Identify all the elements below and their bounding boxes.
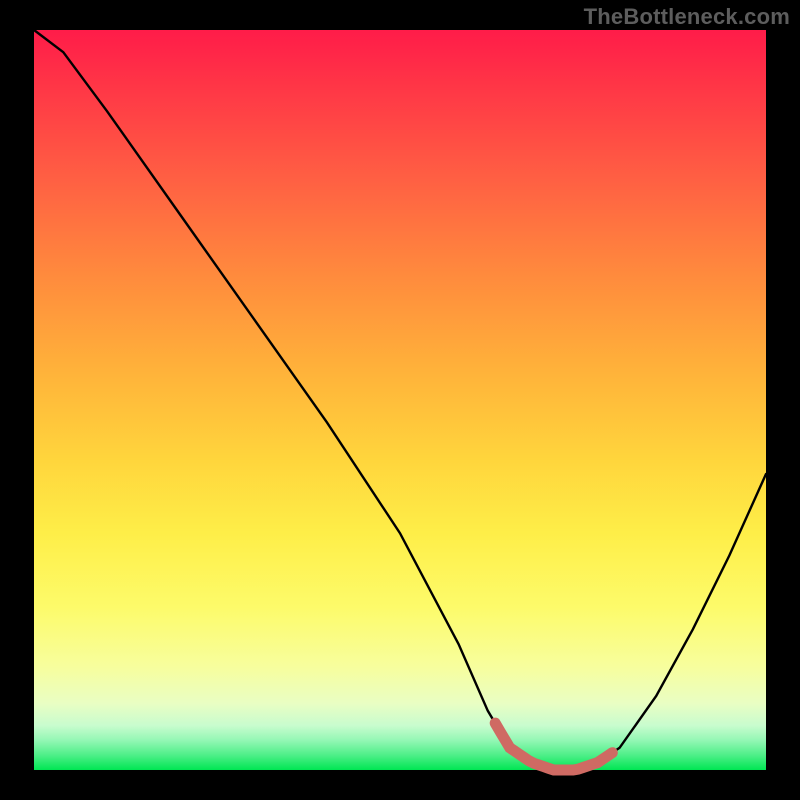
chart-frame: TheBottleneck.com (0, 0, 800, 800)
watermark-text: TheBottleneck.com (584, 4, 790, 30)
flat-zone-highlight (495, 723, 612, 770)
plot-area (34, 30, 766, 770)
bottleneck-curve (34, 30, 766, 770)
curve-layer (34, 30, 766, 770)
